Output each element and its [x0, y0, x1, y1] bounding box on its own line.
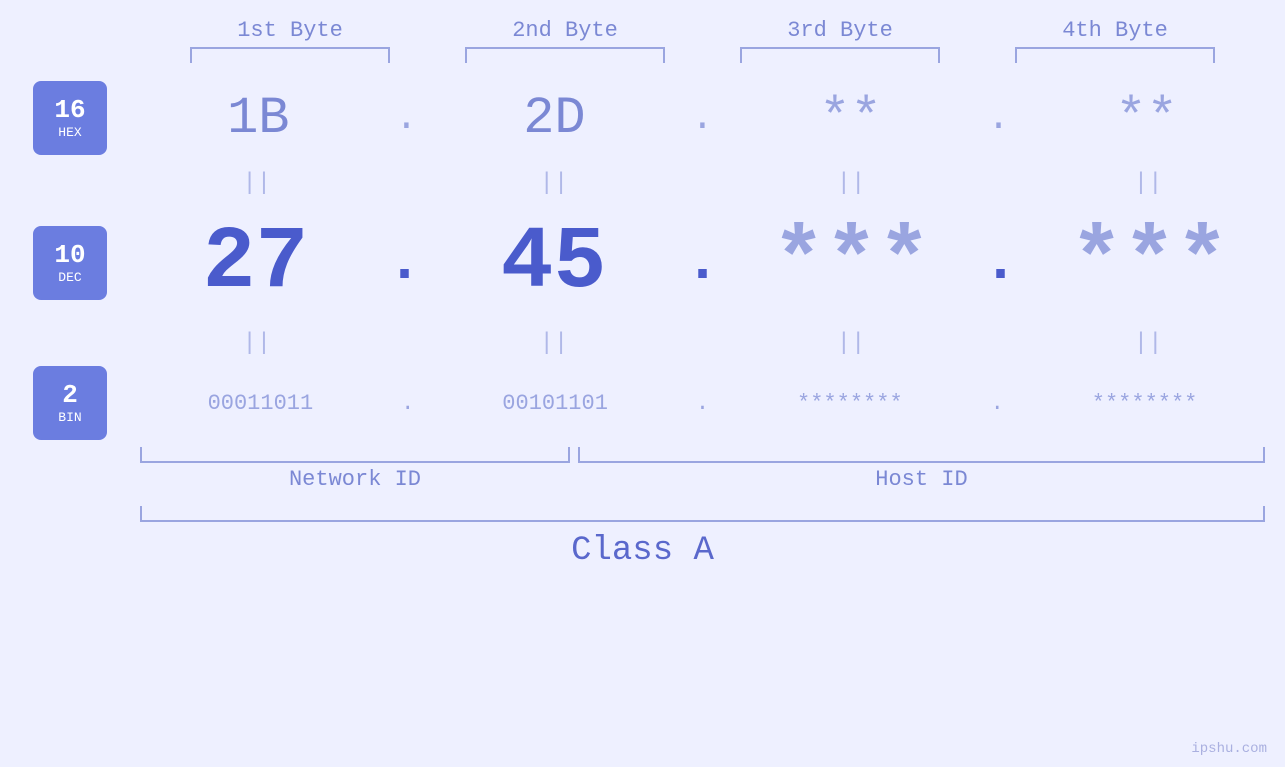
watermark: ipshu.com: [1191, 741, 1267, 757]
hex-dot3: .: [987, 97, 1010, 140]
eq6: ||: [454, 330, 654, 357]
dec-badge-num: 10: [54, 242, 85, 268]
class-label: Class A: [571, 532, 714, 570]
byte3-header: 3rd Byte: [730, 18, 950, 43]
dec-dot2: .: [684, 229, 720, 297]
eq7: ||: [751, 330, 951, 357]
class-bracket: [140, 506, 1265, 522]
eq5: ||: [157, 330, 357, 357]
dec-dot3: .: [982, 229, 1018, 297]
bin-badge: 2 BIN: [33, 366, 107, 440]
host-id-label: Host ID: [578, 467, 1265, 492]
bracket-byte2: [465, 47, 665, 63]
dec-byte2: 45: [501, 214, 607, 313]
network-bracket: [140, 447, 570, 463]
hex-byte4: **: [1115, 89, 1177, 148]
dec-byte1: 27: [203, 214, 309, 313]
bracket-byte3: [740, 47, 940, 63]
host-bracket: [578, 447, 1265, 463]
main-container: 1st Byte 2nd Byte 3rd Byte 4th Byte 16 H…: [0, 0, 1285, 767]
bin-byte4: ********: [1092, 391, 1198, 416]
bracket-byte1: [190, 47, 390, 63]
hex-badge: 16 HEX: [33, 81, 107, 155]
byte-headers: 1st Byte 2nd Byte 3rd Byte 4th Byte: [153, 18, 1253, 43]
eq1: ||: [157, 170, 357, 197]
dec-byte3: ***: [772, 214, 930, 313]
bin-byte3: ********: [797, 391, 903, 416]
dec-dot1: .: [386, 229, 422, 297]
hex-badge-num: 16: [54, 97, 85, 123]
top-brackets: [153, 47, 1253, 63]
dec-byte4: ***: [1070, 214, 1228, 313]
hex-badge-label: HEX: [58, 125, 81, 140]
bin-badge-label: BIN: [58, 410, 81, 425]
bin-byte1: 00011011: [208, 391, 314, 416]
hex-byte1: 1B: [227, 89, 289, 148]
bin-byte2: 00101101: [502, 391, 608, 416]
eq4: ||: [1048, 170, 1248, 197]
byte2-header: 2nd Byte: [455, 18, 675, 43]
eq8: ||: [1048, 330, 1248, 357]
network-id-label: Network ID: [140, 467, 570, 492]
hex-dot1: .: [395, 97, 418, 140]
byte1-header: 1st Byte: [180, 18, 400, 43]
bracket-byte4: [1015, 47, 1215, 63]
bin-dot1: .: [401, 391, 414, 416]
dec-badge-label: DEC: [58, 270, 81, 285]
hex-dot2: .: [691, 97, 714, 140]
bin-dot3: .: [991, 391, 1004, 416]
hex-byte2: 2D: [523, 89, 585, 148]
eq2: ||: [454, 170, 654, 197]
byte4-header: 4th Byte: [1005, 18, 1225, 43]
hex-byte3: **: [819, 89, 881, 148]
eq3: ||: [751, 170, 951, 197]
dec-badge: 10 DEC: [33, 226, 107, 300]
bin-dot2: .: [696, 391, 709, 416]
bin-badge-num: 2: [62, 382, 78, 408]
